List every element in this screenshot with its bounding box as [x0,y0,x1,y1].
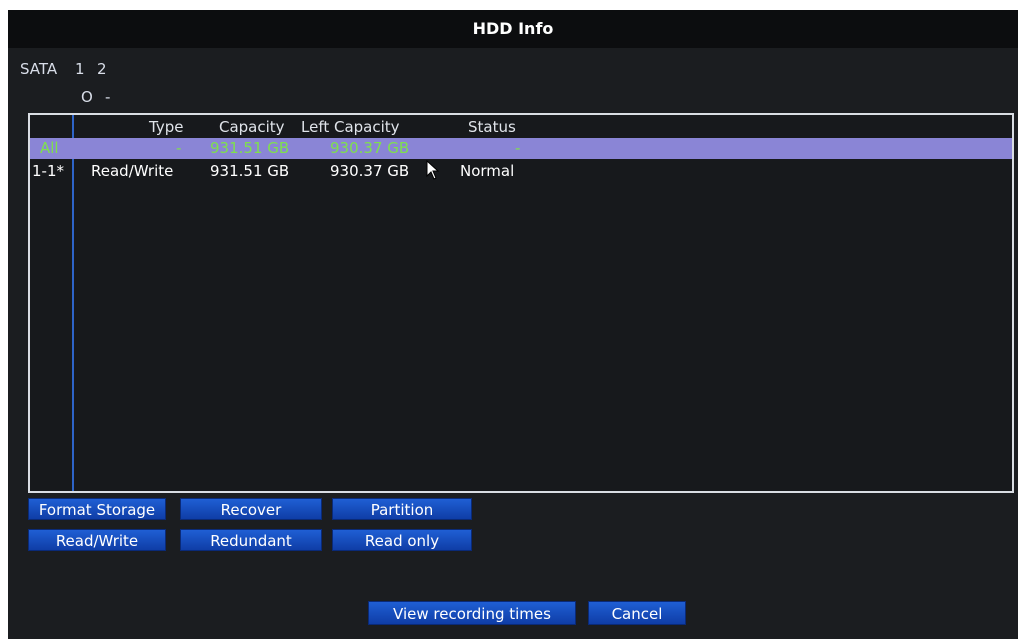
table-row-disk[interactable]: 1-1* Read/Write 931.51 GB 930.37 GB Norm… [30,161,1012,182]
header-type: Type [149,118,184,136]
format-storage-button[interactable]: Format Storage [28,498,166,520]
table-row-all[interactable]: All - 931.51 GB 930.37 GB - [30,138,1012,159]
hdd-info-window: HDD Info SATA 1 2 O - Type Capacity Left… [8,10,1018,639]
redundant-button[interactable]: Redundant [180,529,322,551]
row-name: 1-1* [32,162,64,180]
sata-port-1-status: O [81,88,93,106]
cancel-button[interactable]: Cancel [588,601,686,625]
header-left-capacity: Left Capacity [301,118,400,136]
row-type: - [176,139,182,157]
recover-button[interactable]: Recover [180,498,322,520]
hdd-table: Type Capacity Left Capacity Status All -… [28,113,1014,493]
read-only-button[interactable]: Read only [332,529,472,551]
read-write-button[interactable]: Read/Write [28,529,166,551]
sata-port-2[interactable]: 2 [97,60,107,78]
view-recording-times-button[interactable]: View recording times [368,601,576,625]
row-status: Normal [460,162,515,180]
sata-port-2-status: - [105,88,111,106]
window-title: HDD Info [8,10,1018,48]
row-type: Read/Write [91,162,174,180]
header-capacity: Capacity [219,118,285,136]
mouse-pointer-icon [426,160,440,180]
sata-port-1[interactable]: 1 [75,60,85,78]
row-name: All [40,139,59,157]
row-left-capacity: 930.37 GB [330,162,410,180]
partition-button[interactable]: Partition [332,498,472,520]
header-status: Status [468,118,516,136]
row-left-capacity: 930.37 GB [330,139,410,157]
row-capacity: 931.51 GB [210,162,290,180]
row-status: - [515,139,521,157]
sata-label: SATA [20,60,58,78]
row-capacity: 931.51 GB [210,139,290,157]
